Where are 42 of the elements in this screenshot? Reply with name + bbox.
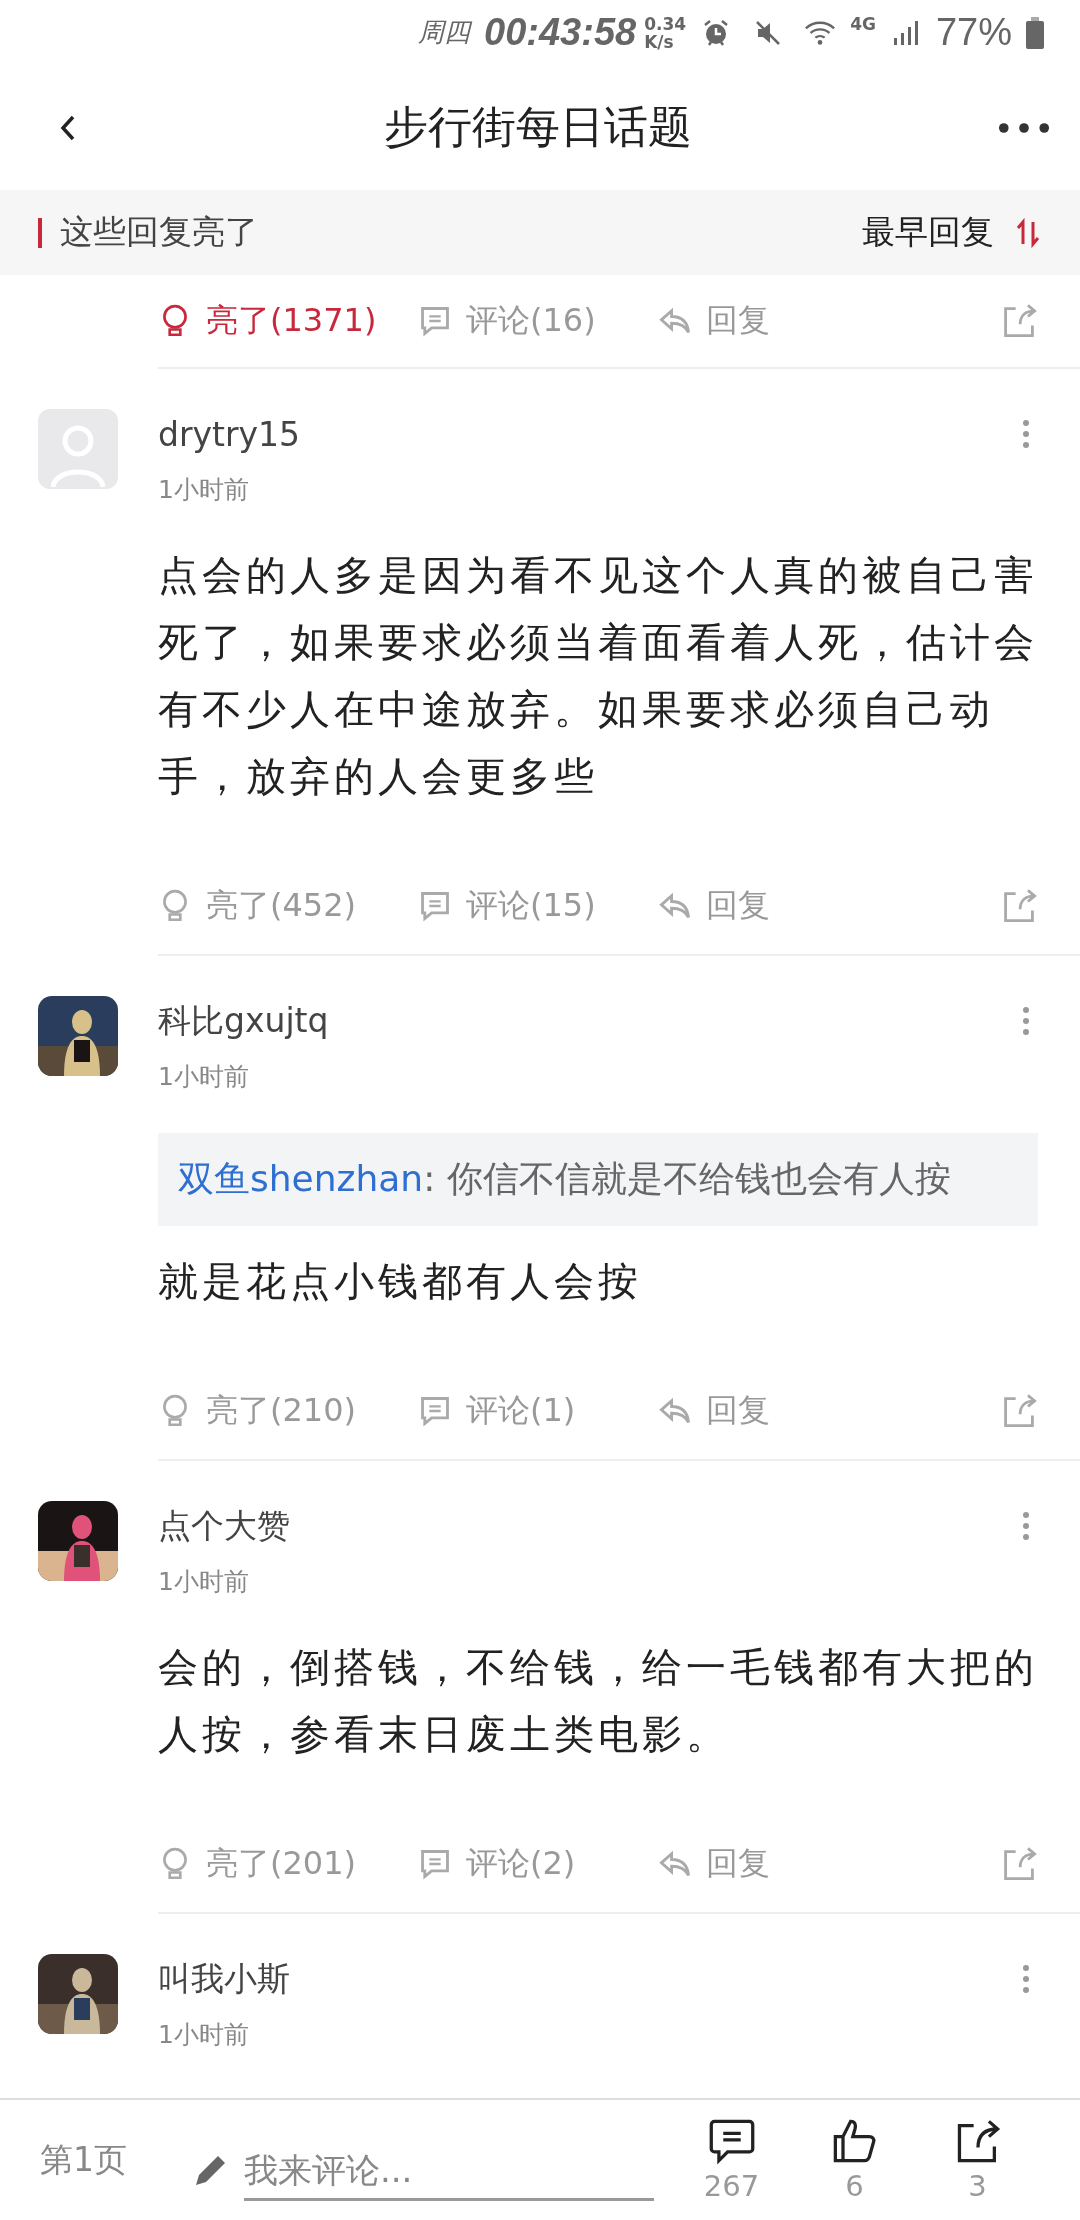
post-content: 点会的人多是因为看不见这个人真的被自己害死了，如果要求必须当着面看着人死，估计会有不少人在中途放弃。如果要求必须自己动手，放弃的人会更多些: [158, 551, 1039, 801]
reply-button[interactable]: 回复: [658, 884, 770, 928]
post-time: 1小时前: [158, 474, 250, 506]
battery-icon: [1026, 16, 1044, 49]
sort-icon[interactable]: [1016, 217, 1040, 248]
light-button[interactable]: 亮了(1371): [158, 299, 377, 343]
comment-count: 267: [703, 2169, 760, 2203]
battery-percent: 77%: [935, 11, 1012, 54]
sort-label[interactable]: 最早回复: [862, 210, 994, 255]
reply-button[interactable]: 回复: [658, 1389, 770, 1433]
light-button[interactable]: 亮了(201): [158, 1842, 357, 1886]
username[interactable]: drytry15: [158, 414, 301, 454]
comment-button[interactable]: 评论(2): [418, 1842, 576, 1886]
like-count: 6: [845, 2169, 864, 2203]
network-type: 4G: [850, 14, 876, 34]
username[interactable]: 点个大赞: [158, 1503, 290, 1549]
username[interactable]: 科比gxujtq: [158, 998, 329, 1044]
post-content: 会的，倒搭钱，不给钱，给一毛钱都有大把的人按，参看末日废土类电影。: [158, 1643, 1039, 1759]
post-content: 就是花点小钱都有人会按: [158, 1257, 643, 1306]
post-time: 1小时前: [158, 2019, 250, 2051]
username[interactable]: 叫我小斯: [158, 1956, 290, 2002]
post-time: 1小时前: [158, 1061, 250, 1093]
reply-button[interactable]: 回复: [658, 299, 770, 343]
reply-button[interactable]: 回复: [658, 1842, 770, 1886]
page-indicator[interactable]: 第1页: [40, 2137, 190, 2183]
status-time: 00:43:58: [484, 11, 637, 54]
comment-icon[interactable]: [707, 2117, 756, 2165]
comment-button[interactable]: 评论(1): [418, 1389, 576, 1433]
network-speed: 0.34 K/s: [644, 14, 687, 51]
light-button[interactable]: 亮了(210): [158, 1389, 357, 1433]
status-day: 周四: [418, 15, 471, 50]
section-title: 这些回复亮了: [60, 211, 259, 253]
post-time: 1小时前: [158, 1566, 250, 1598]
comment-button[interactable]: 评论(15): [418, 884, 596, 928]
comment-field[interactable]: 我来评论...: [244, 2149, 654, 2201]
quoted-text: : 你信不信就是不给钱也会有人按: [423, 1158, 951, 1199]
more-icon[interactable]: [998, 121, 1050, 134]
comment-button[interactable]: 评论(16): [418, 299, 596, 343]
page-title: 步行街每日话题: [383, 100, 693, 154]
share-count: 3: [968, 2169, 987, 2203]
light-button[interactable]: 亮了(452): [158, 884, 357, 928]
quoted-username[interactable]: 双鱼shenzhan: [178, 1158, 424, 1199]
